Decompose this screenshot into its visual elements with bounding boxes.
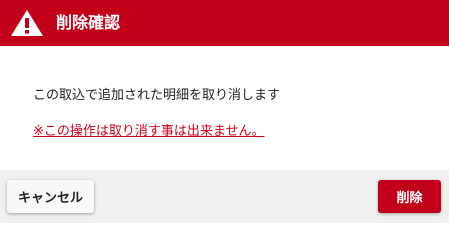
warning-triangle-icon	[10, 9, 44, 37]
cancel-button[interactable]: キャンセル	[7, 180, 94, 213]
dialog-footer: キャンセル 削除	[0, 170, 449, 223]
delete-button[interactable]: 削除	[378, 180, 441, 213]
confirm-message: この取込で追加された明細を取り消します	[33, 88, 281, 103]
dialog-header: 削除確認	[0, 0, 449, 46]
irreversible-warning-note: ※この操作は取り消す事は出来ません。	[33, 124, 265, 139]
dialog-title: 削除確認	[56, 13, 121, 32]
dialog-body: この取込で追加された明細を取り消します ※この操作は取り消す事は出来ません。	[0, 46, 449, 170]
delete-confirm-dialog: 削除確認 この取込で追加された明細を取り消します ※この操作は取り消す事は出来ま…	[0, 0, 449, 223]
